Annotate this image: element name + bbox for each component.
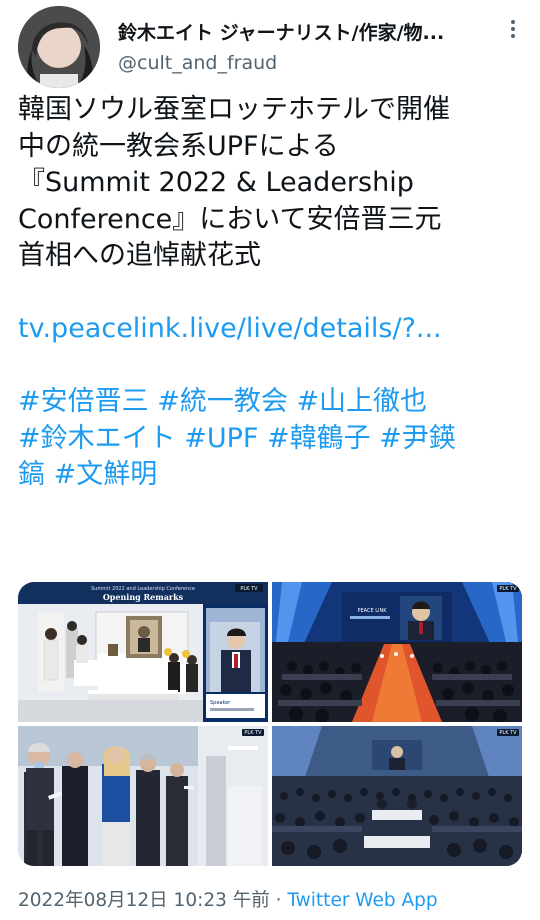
opening-heading: Opening Remarks (103, 592, 184, 602)
photo-stage-memorial[interactable]: PEACE LINK PLK TV (272, 582, 522, 722)
photo-flower-offering[interactable]: PLK TV (18, 726, 268, 866)
plk-badge: PLK TV (499, 730, 517, 736)
plk-badge: PLK TV (240, 586, 258, 592)
hashtag-line: #鈴木エイト #UPF #韓鶴子 #尹鍈 (18, 421, 528, 458)
tweet-text-line: 韓国ソウル蚕室ロッテホテルで開催 (18, 94, 450, 125)
hashtag-link[interactable]: #韓鶴子 (267, 423, 371, 454)
hashtag-link[interactable]: #文鮮明 (54, 459, 158, 490)
flower-offering-image: PLK TV (18, 726, 268, 866)
hashtag-line: #安倍晋三 #統一教会 #山上徹也 (18, 384, 528, 421)
hashtag-link[interactable]: #尹鍈 (379, 423, 456, 454)
tweet-text-line: 中の統一教会系UPFによる (18, 130, 339, 162)
display-name[interactable]: 鈴木エイト ジャーナリスト/作家/物... (118, 18, 490, 45)
hashtag-link[interactable]: 鎬 (18, 459, 45, 490)
avatar[interactable] (18, 6, 100, 88)
speaker-caption: Speaker (210, 700, 231, 706)
stage-memorial-image: PEACE LINK PLK TV (272, 582, 522, 722)
hashtag-line: 鎬 #文鮮明 (18, 457, 528, 494)
hashtag-link[interactable]: #鈴木エイト (18, 423, 176, 454)
tweet-link[interactable]: tv.peacelink.live/live/details/?... (18, 313, 442, 344)
profile-avatar-icon (18, 6, 100, 88)
ballroom-audience-image: PLK TV (272, 726, 522, 866)
meta-separator: · (275, 890, 282, 911)
hashtag-link[interactable]: #安倍晋三 (18, 386, 149, 417)
tweet-meta: 2022年08月12日 10:23 午前 · Twitter Web App (18, 886, 438, 912)
plk-badge: PLK TV (244, 730, 262, 736)
media-grid: Summit 2022 and Leadership Conference Op… (18, 582, 522, 866)
stage-label: PEACE LINK (357, 608, 387, 614)
plk-badge: PLK TV (499, 586, 517, 592)
source-app-link[interactable]: Twitter Web App (287, 890, 437, 911)
hashtag-link[interactable]: #統一教会 (157, 386, 288, 417)
tweet-text-line: Conference』において安倍晋三元 (18, 203, 442, 235)
more-vertical-icon[interactable] (501, 14, 525, 44)
tweet-text-line: 首相への追悼献花式 (18, 240, 261, 271)
hashtag-link[interactable]: #山上徹也 (296, 386, 427, 417)
photo-ballroom-audience[interactable]: PLK TV (272, 726, 522, 866)
user-handle[interactable]: @cult_and_fraud (118, 52, 277, 74)
photo-opening-remarks[interactable]: Summit 2022 and Leadership Conference Op… (18, 582, 268, 722)
tweet-text: 韓国ソウル蚕室ロッテホテルで開催 中の統一教会系UPFによる 『Summit 2… (18, 92, 528, 494)
hashtag-link[interactable]: #UPF (184, 423, 258, 454)
tweet-text-line: 『Summit 2022 & Leadership (18, 167, 414, 198)
timestamp[interactable]: 2022年08月12日 10:23 午前 (18, 890, 270, 911)
opening-remarks-image: Summit 2022 and Leadership Conference Op… (18, 582, 268, 722)
